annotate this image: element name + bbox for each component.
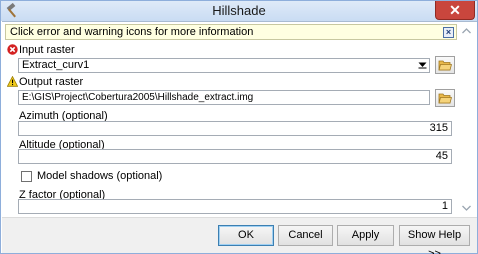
- azimuth-input[interactable]: 315: [18, 121, 452, 136]
- window-title: Hillshade: [212, 3, 266, 18]
- scroll-up-icon[interactable]: [459, 24, 474, 38]
- open-folder-icon: [438, 93, 452, 104]
- button-bar: OK Cancel Apply Show Help >>: [2, 217, 477, 254]
- model-shadows-label[interactable]: Model shadows (optional): [37, 170, 162, 182]
- info-bar-close-icon[interactable]: ×: [443, 27, 454, 38]
- output-raster-input[interactable]: E:\GIS\Project\Cobertura2005\Hillshade_e…: [18, 90, 430, 105]
- output-raster-browse-button[interactable]: [435, 89, 455, 107]
- info-bar-text: Click error and warning icons for more i…: [10, 26, 254, 38]
- vertical-scrollbar[interactable]: [459, 24, 474, 215]
- error-icon[interactable]: [7, 44, 18, 55]
- input-raster-browse-button[interactable]: [435, 56, 455, 74]
- ok-button[interactable]: OK: [218, 225, 274, 246]
- altitude-input[interactable]: 45: [18, 149, 452, 164]
- model-shadows-checkbox[interactable]: [21, 171, 32, 182]
- z-factor-input[interactable]: 1: [18, 199, 452, 214]
- input-raster-combobox[interactable]: Extract_curv1: [18, 58, 430, 73]
- dialog-content: Click error and warning icons for more i…: [2, 21, 477, 216]
- chevron-down-icon[interactable]: [416, 59, 429, 72]
- azimuth-value: 315: [429, 122, 448, 134]
- title-bar[interactable]: Hillshade ✕: [1, 1, 477, 21]
- output-raster-value: E:\GIS\Project\Cobertura2005\Hillshade_e…: [22, 92, 254, 103]
- output-raster-label: Output raster: [19, 76, 84, 88]
- cancel-button[interactable]: Cancel: [278, 225, 333, 246]
- apply-button[interactable]: Apply: [337, 225, 394, 246]
- input-raster-value: Extract_curv1: [22, 59, 90, 71]
- altitude-value: 45: [435, 150, 448, 162]
- open-folder-icon: [438, 60, 452, 71]
- show-help-button[interactable]: Show Help >>: [399, 225, 470, 254]
- z-factor-value: 1: [441, 200, 448, 212]
- window-close-button[interactable]: ✕: [435, 1, 475, 20]
- scroll-down-icon[interactable]: [459, 201, 474, 215]
- input-raster-label: Input raster: [19, 44, 75, 56]
- warning-icon[interactable]: [6, 75, 19, 87]
- hillshade-dialog: Hillshade ✕ Click error and warning icon…: [0, 0, 478, 254]
- info-bar: Click error and warning icons for more i…: [5, 24, 457, 40]
